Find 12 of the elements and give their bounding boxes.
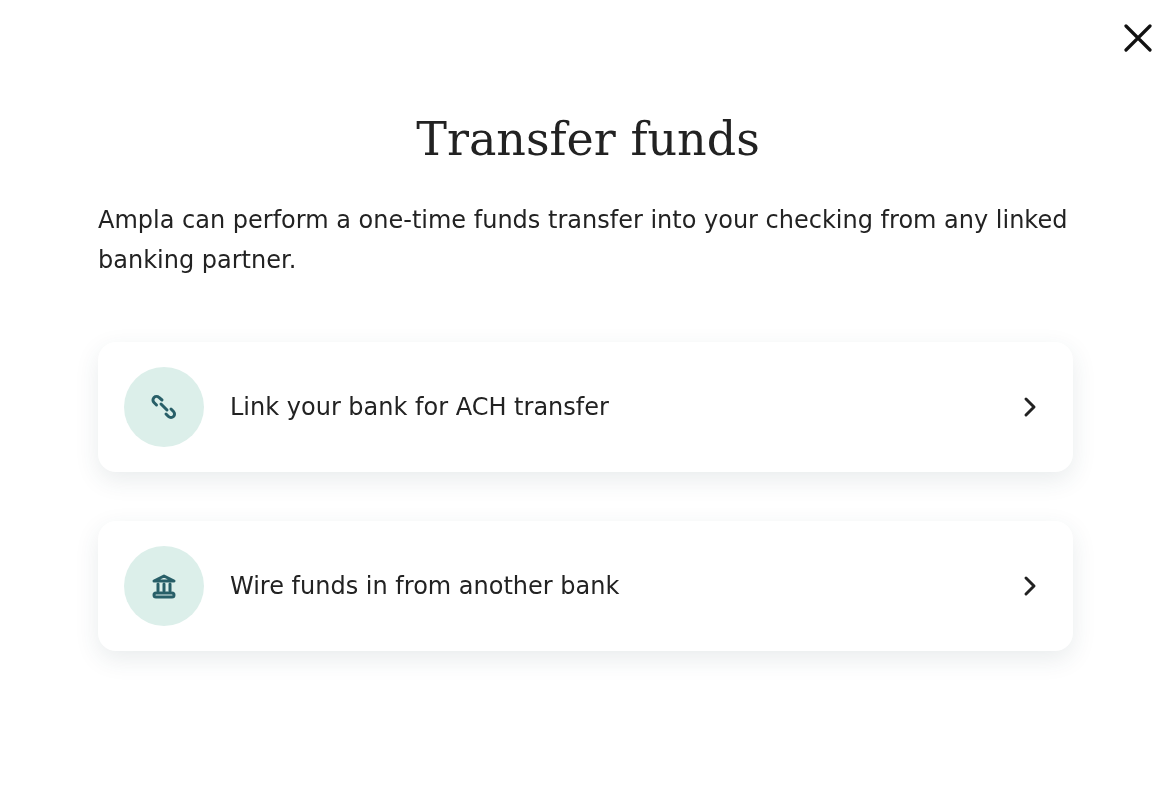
description-text: Ampla can perform a one-time funds transfer into your checking from any linked banking partner. xyxy=(98,205,1069,276)
close-icon xyxy=(1124,24,1152,52)
option-card[interactable]: Link your bank for ACH transfer xyxy=(98,342,1073,472)
chevron-right-icon xyxy=(1023,396,1037,418)
chain-link-icon xyxy=(150,393,178,421)
bank-building-icon xyxy=(150,572,178,600)
option-card[interactable]: Wire funds in from another bank xyxy=(98,521,1073,651)
chevron-right-icon xyxy=(1023,575,1037,597)
close-button[interactable] xyxy=(1122,22,1154,54)
option-label: Wire funds in from another bank xyxy=(230,572,621,600)
option-label: Link your bank for ACH transfer xyxy=(230,393,610,421)
dialog-title: Transfer funds xyxy=(415,112,761,166)
